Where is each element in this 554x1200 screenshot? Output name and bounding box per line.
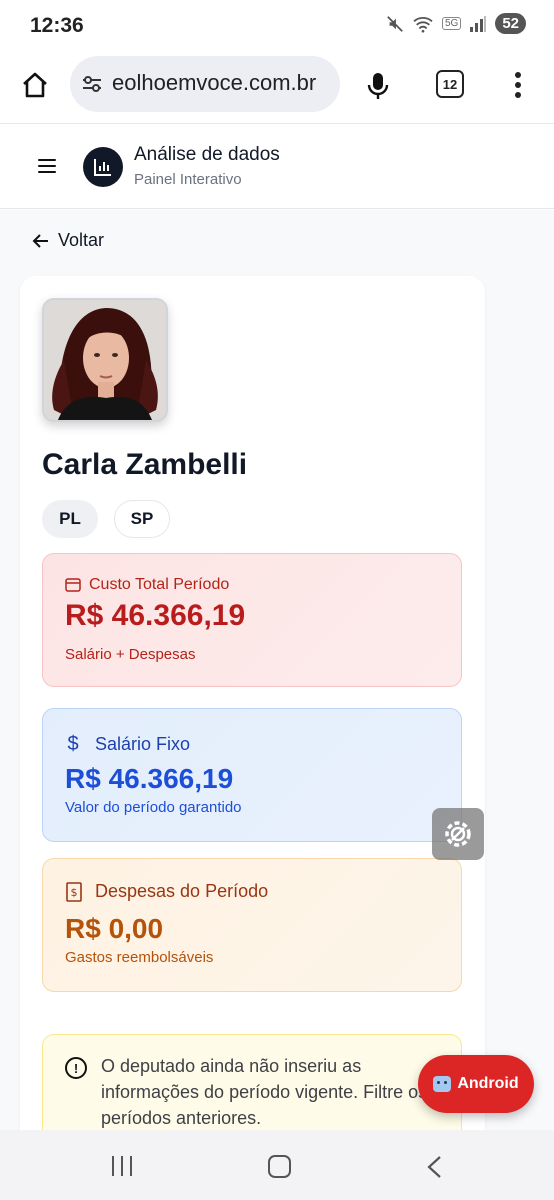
expenses-card: $ Despesas do Período R$ 0,00 Gastos ree…: [42, 858, 462, 992]
battery-indicator: 52: [495, 13, 526, 34]
total-cost-value: R$ 46.366,19: [65, 599, 246, 632]
politician-name: Carla Zambelli: [42, 448, 248, 481]
salary-sub: Valor do período garantido: [65, 799, 242, 816]
floating-settings-button[interactable]: [432, 808, 484, 860]
page-content: Voltar Carla Zambelli PL SP Custo Total …: [0, 210, 554, 1130]
hamburger-menu-icon[interactable]: [38, 159, 56, 173]
back-icon[interactable]: [426, 1155, 442, 1179]
wifi-icon: [413, 16, 433, 33]
expenses-value: R$ 0,00: [65, 913, 164, 944]
profile-card: Carla Zambelli PL SP Custo Total Período…: [20, 276, 485, 1130]
home-button[interactable]: [268, 1155, 291, 1178]
profile-photo: [42, 298, 168, 422]
app-subtitle: Painel Interativo: [134, 171, 242, 188]
voice-search-button[interactable]: [362, 66, 394, 106]
credit-card-icon: [65, 578, 81, 592]
expenses-sub: Gastos reembolsáveis: [65, 949, 214, 966]
menu-dot: [515, 92, 521, 98]
signal-icon: [470, 15, 487, 32]
notice-text: O deputado ainda não inseriu as informaç…: [101, 1056, 428, 1128]
total-cost-label: Custo Total Período: [89, 576, 230, 593]
salary-card: $ Salário Fixo R$ 46.366,19 Valor do per…: [42, 708, 462, 842]
total-cost-label-row: Custo Total Período: [65, 576, 229, 594]
microphone-icon: [367, 73, 389, 99]
dollar-icon: $: [67, 733, 79, 755]
svg-text:$: $: [71, 886, 78, 899]
android-label: Android: [457, 1075, 519, 1092]
network-type: 5G: [441, 17, 462, 30]
arrow-left-icon: [32, 233, 48, 248]
tab-switcher-button[interactable]: 12: [436, 70, 464, 98]
info-icon: !: [65, 1057, 87, 1079]
browser-home-button[interactable]: [16, 66, 54, 104]
status-time: 12:36: [30, 14, 84, 37]
home-icon: [23, 72, 47, 98]
expenses-label-row: $ Despesas do Período: [65, 881, 268, 902]
app-header: Análise de dados Painel Interativo: [0, 125, 554, 209]
robot-icon: [433, 1076, 452, 1092]
recents-button[interactable]: [112, 1156, 132, 1176]
state-badge: SP: [114, 500, 170, 538]
status-icons: 5G 52: [386, 13, 526, 34]
app-title: Análise de dados: [134, 144, 280, 165]
receipt-icon: $: [66, 881, 82, 902]
site-settings-icon[interactable]: [80, 72, 104, 96]
address-bar[interactable]: eolhoemvoce.com.br: [70, 56, 340, 112]
back-link[interactable]: Voltar: [32, 230, 104, 251]
android-button[interactable]: Android: [418, 1055, 534, 1113]
salary-label-row: $ Salário Fixo: [65, 733, 190, 756]
back-label: Voltar: [58, 230, 105, 250]
salary-value: R$ 46.366,19: [65, 763, 234, 794]
party-badge: PL: [42, 500, 98, 538]
browser-menu-button[interactable]: [508, 68, 528, 102]
total-cost-sub: Salário + Despesas: [65, 646, 196, 663]
system-nav-bar: [0, 1130, 554, 1200]
salary-label: Salário Fixo: [95, 734, 191, 754]
mute-icon: [387, 15, 403, 32]
total-cost-card: Custo Total Período R$ 46.366,19 Salário…: [42, 553, 462, 687]
browser-toolbar: eolhoemvoce.com.br 12: [0, 50, 554, 124]
chart-logo-icon[interactable]: [83, 147, 123, 187]
expenses-label: Despesas do Período: [95, 881, 269, 901]
status-bar: 12:36 5G 52: [0, 0, 554, 50]
gear-wrench-icon: [445, 821, 471, 847]
address-url[interactable]: eolhoemvoce.com.br: [112, 70, 336, 96]
menu-dot: [515, 72, 521, 78]
menu-dot: [515, 82, 521, 88]
info-notice: ! O deputado ainda não inseriu as inform…: [42, 1034, 462, 1130]
